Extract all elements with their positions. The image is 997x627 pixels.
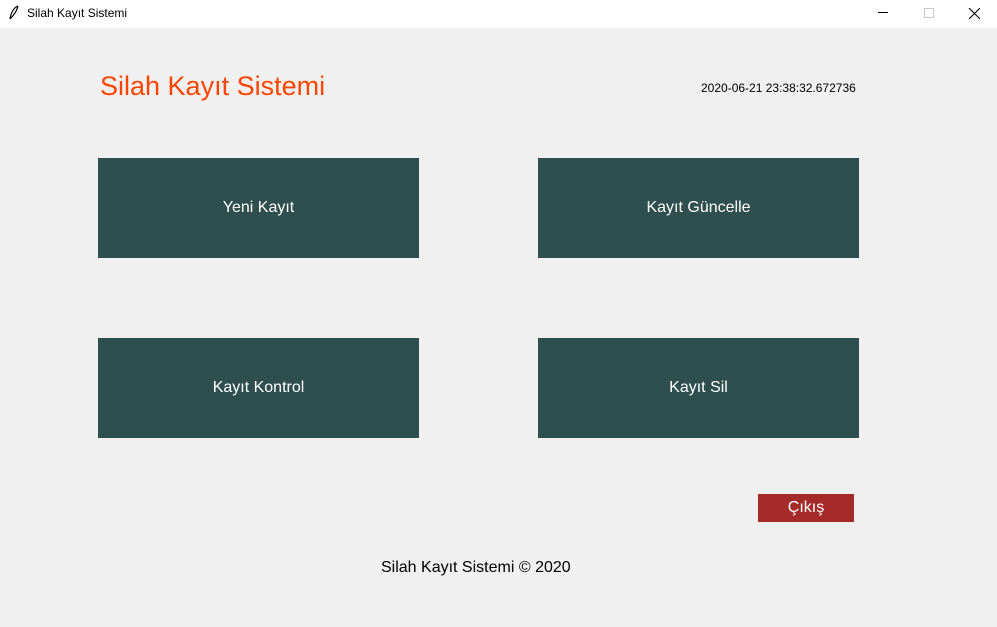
close-icon	[968, 8, 980, 20]
check-record-button[interactable]: Kayıt Kontrol	[98, 338, 419, 438]
new-record-button[interactable]: Yeni Kayıt	[98, 158, 419, 258]
app-window: Silah Kayıt Sistemi Silah Kayıt Sistemi …	[0, 0, 997, 627]
delete-record-button[interactable]: Kayıt Sil	[538, 338, 859, 438]
feather-icon	[9, 5, 19, 20]
update-record-button[interactable]: Kayıt Güncelle	[538, 158, 859, 258]
timestamp-label: 2020-06-21 23:38:32.672736	[701, 81, 856, 95]
footer-text: Silah Kayıt Sistemi © 2020	[381, 559, 571, 576]
window-title: Silah Kayıt Sistemi	[27, 6, 128, 20]
exit-button[interactable]: Çıkış	[758, 494, 854, 522]
app-heading: Silah Kayıt Sistemi	[100, 71, 326, 101]
maximize-button[interactable]	[906, 0, 952, 28]
maximize-icon	[924, 8, 934, 18]
main-content: Silah Kayıt Sistemi 2020-06-21 23:38:32.…	[0, 28, 997, 627]
close-button[interactable]	[951, 0, 997, 28]
title-bar[interactable]: Silah Kayıt Sistemi	[0, 0, 997, 28]
minimize-icon	[878, 12, 888, 13]
minimize-button[interactable]	[860, 0, 906, 28]
